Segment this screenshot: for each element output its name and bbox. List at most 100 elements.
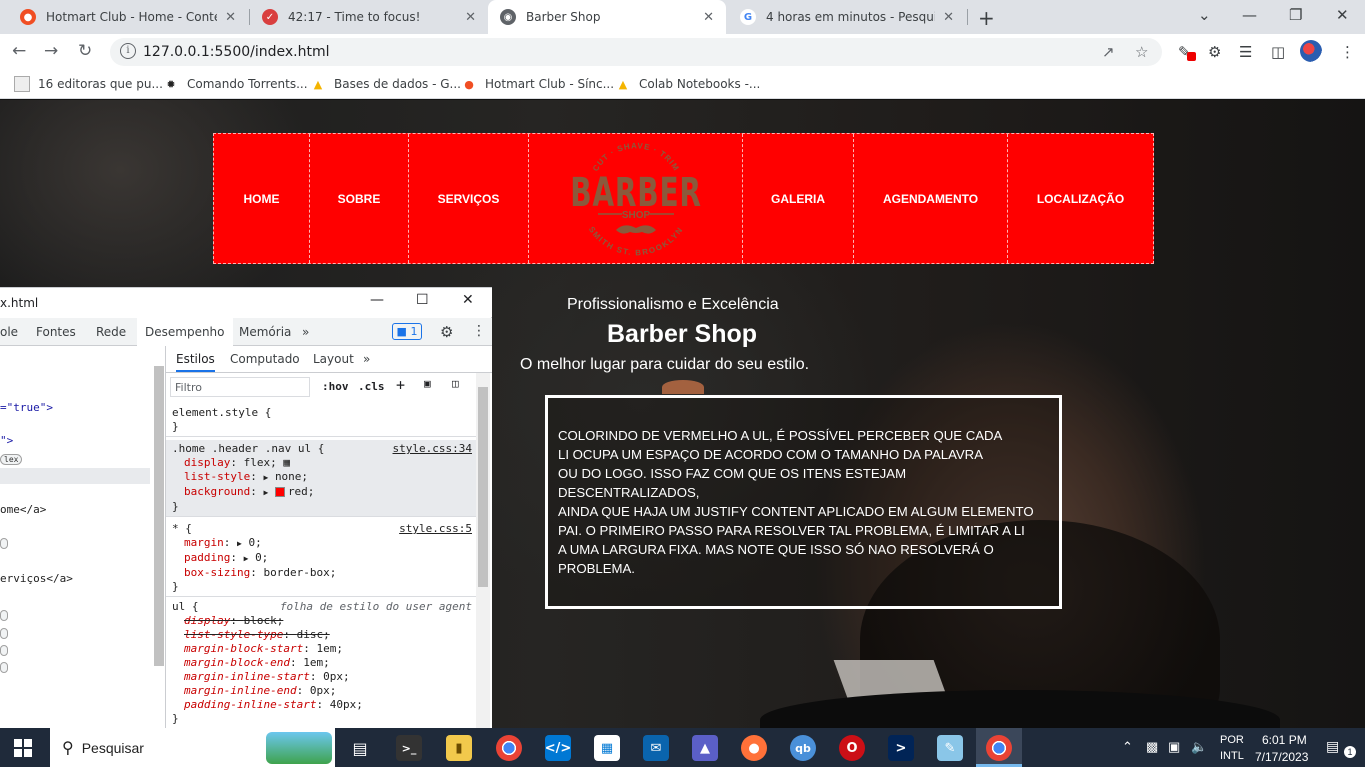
device-icon[interactable]: ▩ bbox=[1146, 739, 1158, 755]
issues-badge[interactable]: ■ 1 bbox=[392, 323, 422, 340]
nav-sobre[interactable]: SOBRE bbox=[310, 134, 409, 263]
volume-icon[interactable]: 🔈 bbox=[1191, 739, 1207, 755]
bookmark-item[interactable]: ▲ Bases de dados - G... bbox=[310, 76, 461, 92]
bookmark-item[interactable]: ● Hotmart Club - Sínc... bbox=[461, 76, 614, 92]
copilot-icon[interactable]: ▲ bbox=[692, 735, 718, 761]
qbittorrent-icon[interactable]: qb bbox=[790, 735, 816, 761]
close-tab-icon[interactable]: ✕ bbox=[943, 10, 954, 25]
avatar[interactable] bbox=[1300, 40, 1322, 66]
rule-nav-ul[interactable]: style.css:34 .home .header .nav ul { dis… bbox=[166, 440, 476, 517]
tab-rede[interactable]: Rede bbox=[96, 325, 126, 339]
styles-filter-input[interactable]: Filtro bbox=[170, 377, 310, 397]
nav-home[interactable]: HOME bbox=[214, 134, 310, 263]
maximize-button[interactable]: ❐ bbox=[1289, 6, 1302, 24]
notifications-icon[interactable]: ▤ bbox=[1326, 738, 1339, 755]
firefox-icon[interactable]: ● bbox=[741, 735, 767, 761]
tab-fontes[interactable]: Fontes bbox=[36, 325, 76, 339]
tray-chevron-icon[interactable]: ⌃ bbox=[1122, 739, 1133, 755]
tab-layout[interactable]: Layout bbox=[313, 352, 354, 366]
clock-time[interactable]: 6:01 PM bbox=[1262, 733, 1307, 747]
node-badge[interactable]: ​ bbox=[0, 660, 8, 673]
back-icon[interactable]: ← bbox=[12, 41, 26, 61]
more-options-icon[interactable]: ⋮ bbox=[472, 323, 486, 339]
tab-computado[interactable]: Computado bbox=[230, 352, 300, 366]
bookmark-item[interactable]: 16 editoras que pu... bbox=[14, 76, 163, 92]
extensions-puzzle-icon[interactable]: ⚙ bbox=[1208, 43, 1221, 61]
minimize-button[interactable]: — bbox=[1242, 6, 1257, 24]
node-badge[interactable]: ​ bbox=[0, 626, 8, 639]
opera-icon[interactable]: O bbox=[839, 735, 865, 761]
elements-scrollbar[interactable] bbox=[152, 352, 164, 670]
start-windows-icon[interactable] bbox=[14, 739, 32, 757]
dom-node[interactable]: ="true"> bbox=[0, 401, 53, 414]
bookmark-star-icon[interactable]: ☆ bbox=[1135, 43, 1148, 61]
task-view-icon[interactable]: ▤ bbox=[347, 735, 373, 761]
browser-tab-active[interactable]: ◉ Barber Shop ✕ bbox=[488, 0, 726, 34]
rule-source-link[interactable]: style.css:5 bbox=[399, 522, 472, 535]
css-declaration[interactable]: background: ▶ red; bbox=[172, 485, 470, 500]
rule-element-style[interactable]: element.style { } bbox=[166, 404, 476, 437]
rule-user-agent-ul[interactable]: folha de estilo do user agent ul { displ… bbox=[166, 598, 476, 728]
file-explorer-icon[interactable]: ▮ bbox=[446, 735, 472, 761]
browser-tab[interactable]: G 4 horas em minutos - Pesquisa G ✕ bbox=[728, 0, 966, 34]
paint-icon[interactable]: ▣ bbox=[424, 377, 431, 390]
side-panel-icon[interactable]: ◫ bbox=[1271, 43, 1285, 61]
bookmark-item[interactable]: ✹ Comando Torrents... bbox=[163, 76, 307, 92]
dom-node[interactable]: "> bbox=[0, 434, 13, 447]
css-declaration[interactable]: margin: ▶ 0; bbox=[172, 536, 470, 551]
taskbar-search[interactable]: ⚲ Pesquisar bbox=[50, 728, 335, 767]
tab-desempenho[interactable]: Desempenho bbox=[137, 318, 233, 346]
toggle-sidebar-icon[interactable]: ◫ bbox=[452, 377, 459, 390]
css-declaration[interactable]: display: flex; ▦ bbox=[172, 456, 470, 470]
css-declaration[interactable]: list-style: ▶ none; bbox=[172, 470, 470, 485]
site-info-icon[interactable]: i bbox=[120, 43, 136, 59]
flex-badge[interactable]: lex bbox=[0, 452, 23, 465]
language-top[interactable]: POR bbox=[1220, 734, 1244, 746]
mail-icon[interactable]: ✉ bbox=[643, 735, 669, 761]
media-queue-icon[interactable]: ☰ bbox=[1239, 43, 1252, 61]
store-icon[interactable]: ▦ bbox=[594, 735, 620, 761]
clock-date[interactable]: 7/17/2023 bbox=[1255, 750, 1308, 764]
browser-tab[interactable]: ✓ 42:17 - Time to focus! ✕ bbox=[250, 0, 488, 34]
browser-tab[interactable]: ● Hotmart Club - Home - Conteúdo ✕ bbox=[8, 0, 248, 34]
url-text[interactable]: 127.0.0.1:5500/index.html bbox=[143, 44, 330, 60]
notepad-icon[interactable]: ✎ bbox=[937, 735, 963, 761]
nav-servicos[interactable]: SERVIÇOS bbox=[409, 134, 529, 263]
close-window-button[interactable]: ✕ bbox=[462, 292, 474, 308]
language-bottom[interactable]: INTL bbox=[1220, 750, 1244, 762]
nav-galeria[interactable]: GALERIA bbox=[743, 134, 854, 263]
css-declaration[interactable]: padding: ▶ 0; bbox=[172, 551, 470, 566]
rule-universal[interactable]: style.css:5 * { margin: ▶ 0; padding: ▶ … bbox=[166, 520, 476, 597]
menu-kebab-icon[interactable]: ⋮ bbox=[1340, 43, 1355, 61]
chrome-icon[interactable] bbox=[496, 735, 522, 761]
tab-console[interactable]: ole bbox=[0, 325, 18, 339]
forward-icon[interactable]: → bbox=[44, 41, 58, 61]
vscode-icon[interactable]: </> bbox=[545, 735, 571, 761]
powershell-icon[interactable]: > bbox=[888, 735, 914, 761]
address-bar[interactable]: i 127.0.0.1:5500/index.html ↗ ☆ bbox=[110, 38, 1162, 66]
bookmark-item[interactable]: ▲ Colab Notebooks -... bbox=[615, 76, 761, 92]
new-tab-button[interactable]: + bbox=[978, 6, 995, 30]
rule-source-link[interactable]: style.css:34 bbox=[393, 442, 472, 455]
node-badge[interactable]: ​ bbox=[0, 608, 8, 621]
new-rule-plus-icon[interactable]: + bbox=[396, 376, 405, 394]
node-badge[interactable]: ​ bbox=[0, 643, 8, 656]
chrome-active-icon[interactable] bbox=[986, 735, 1012, 761]
close-tab-icon[interactable]: ✕ bbox=[465, 10, 476, 25]
terminal-icon[interactable]: >_ bbox=[396, 735, 422, 761]
eyedropper-extension-icon[interactable]: ✎ bbox=[1178, 43, 1196, 61]
reload-icon[interactable]: ↻ bbox=[78, 41, 92, 61]
nav-agendamento[interactable]: AGENDAMENTO bbox=[854, 134, 1008, 263]
nav-localizacao[interactable]: LOCALIZAÇÃO bbox=[1008, 134, 1153, 263]
minimize-button[interactable]: — bbox=[370, 292, 384, 308]
more-tabs-chevron-icon[interactable]: » bbox=[302, 325, 309, 339]
hov-toggle[interactable]: :hov bbox=[322, 380, 349, 393]
dom-node[interactable]: ome</a> bbox=[0, 503, 46, 516]
close-window-button[interactable]: ✕ bbox=[1336, 6, 1349, 24]
styles-scrollbar[interactable] bbox=[476, 373, 490, 729]
tab-estilos[interactable]: Estilos bbox=[176, 352, 215, 372]
flex-editor-icon[interactable]: ▦ bbox=[283, 456, 290, 469]
tab-memoria[interactable]: Memória bbox=[239, 325, 291, 339]
node-badge[interactable]: ​ bbox=[0, 536, 8, 549]
settings-gear-icon[interactable]: ⚙ bbox=[440, 323, 453, 341]
